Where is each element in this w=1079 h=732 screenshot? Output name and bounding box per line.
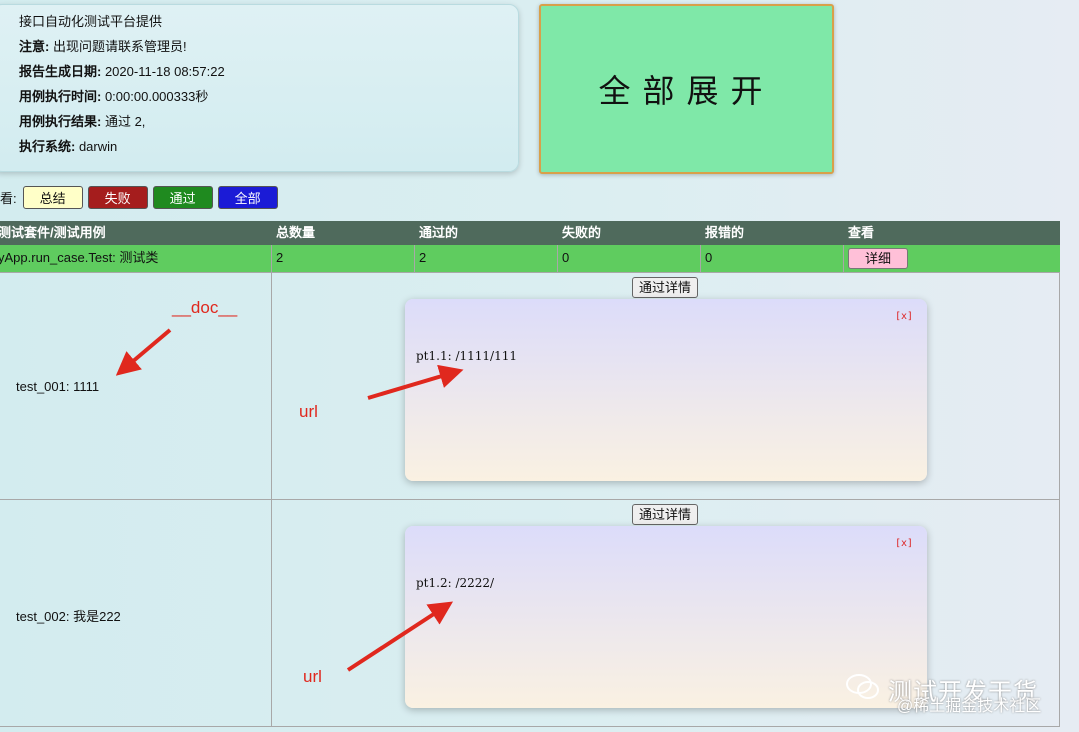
- platform-title: 接口自动化测试平台提供: [19, 14, 163, 29]
- detail-button[interactable]: 详细: [848, 248, 908, 269]
- report-info-panel: 接口自动化测试平台提供 注意: 出现问题请联系管理员! 报告生成日期: 2020…: [0, 4, 519, 172]
- header-suite: 测试套件/测试用例: [0, 225, 106, 240]
- table-row: test_001: 1111 通过详情 [x] pt1.1: /1111/111: [0, 273, 1060, 500]
- case-name: test_001: 1111: [16, 379, 100, 394]
- suite-name: yApp.run_case.Test: 测试类: [0, 245, 272, 272]
- suite-total: 2: [272, 245, 415, 272]
- header-total: 总数量: [276, 225, 316, 240]
- filter-label: 看:: [0, 190, 17, 206]
- suite-row: yApp.run_case.Test: 测试类 2 2 0 0 详细: [0, 245, 1060, 273]
- wechat-icon: [846, 674, 879, 699]
- table-header: 测试套件/测试用例 总数量 通过的 失败的 报错的 查看: [0, 221, 1060, 245]
- expand-all-button[interactable]: 全部展开: [539, 4, 834, 174]
- output-text: pt1.1: /1111/111: [416, 349, 517, 363]
- suite-failed: 0: [558, 245, 701, 272]
- suite-view-cell: 详细: [844, 245, 1060, 272]
- exec-time-line: 用例执行时间: 0:00:00.000333秒: [19, 89, 209, 104]
- filter-fail-button[interactable]: 失败: [87, 185, 148, 209]
- case-name-cell: test_002: 我是222: [0, 500, 272, 726]
- result-line: 用例执行结果: 通过 2,: [19, 114, 146, 129]
- filter-bar: 看: 总结 失败 通过 全部: [0, 185, 283, 209]
- url-annotation: url: [303, 667, 322, 686]
- case-detail-cell: 通过详情 [x] pt1.1: /1111/111: [272, 273, 1060, 499]
- doc-annotation: __doc__: [172, 298, 238, 317]
- case-name: test_002: 我是222: [16, 609, 121, 624]
- header-errors: 报错的: [705, 225, 745, 240]
- watermark-source: @稀土掘金技术社区: [897, 698, 1042, 715]
- pass-detail-button[interactable]: 通过详情: [632, 277, 699, 298]
- filter-summary-button[interactable]: 总结: [22, 185, 83, 209]
- header-view: 查看: [848, 225, 875, 240]
- report-date-line: 报告生成日期: 2020-11-18 08:57:22: [19, 64, 225, 79]
- url-annotation: url: [299, 402, 318, 421]
- filter-all-button[interactable]: 全部: [217, 185, 278, 209]
- close-icon[interactable]: [x]: [895, 538, 913, 549]
- header-passed: 通过的: [419, 225, 459, 240]
- suite-errors: 0: [701, 245, 844, 272]
- output-text: pt1.2: /2222/: [416, 576, 495, 590]
- pass-detail-button[interactable]: 通过详情: [632, 504, 699, 525]
- close-icon[interactable]: [x]: [895, 311, 913, 322]
- filter-pass-button[interactable]: 通过: [152, 185, 213, 209]
- system-line: 执行系统: darwin: [19, 139, 118, 154]
- results-table: 测试套件/测试用例 总数量 通过的 失败的 报错的 查看 yApp.run_ca…: [0, 221, 1060, 727]
- output-popup: [x] pt1.1: /1111/111: [405, 299, 927, 481]
- notice-line: 注意: 出现问题请联系管理员!: [19, 39, 187, 54]
- header-failed: 失败的: [562, 225, 602, 240]
- suite-passed: 2: [415, 245, 558, 272]
